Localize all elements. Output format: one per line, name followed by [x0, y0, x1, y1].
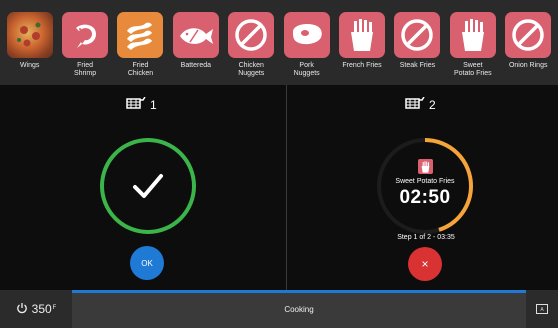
shrimp-icon [62, 12, 109, 58]
menu-item-label: Onion Rings [508, 62, 548, 69]
menu-item-battereda[interactable]: Battereda [169, 0, 223, 85]
svg-text:A: A [540, 307, 544, 313]
menu-item-pork-nuggets[interactable]: Pork Nuggets [280, 0, 334, 85]
menu-item-sweet-potato-fries[interactable]: Sweet Potato Fries [446, 0, 500, 85]
prohibited-icon [228, 12, 275, 58]
cook-info: Sweet Potato Fries 02:50 [375, 136, 475, 236]
menu-item-fried-chicken[interactable]: Fried Chicken [113, 0, 167, 85]
menu-item-chicken-nuggets[interactable]: Chicken Nuggets [224, 0, 278, 85]
basket-header: 2 [405, 96, 436, 112]
countdown-timer: 02:50 [399, 187, 451, 208]
bottom-bar: 350 F Cooking A [0, 290, 558, 328]
power-temperature-button[interactable]: 350 F [0, 290, 72, 328]
keyboard-icon[interactable]: A [526, 290, 558, 328]
menu-item-label: Wings [19, 62, 40, 69]
menu-item-wings[interactable]: Wings [3, 0, 57, 85]
basket-header: 1 [126, 96, 157, 112]
menu-item-label: Sweet Potato Fries [453, 62, 492, 77]
status-text: Cooking [284, 304, 314, 314]
fries-icon [449, 12, 496, 58]
menu-item-onion-rings[interactable]: Onion Rings [501, 0, 555, 85]
basket-number: 1 [150, 97, 157, 112]
menu-item-label: Pork Nuggets [293, 62, 320, 77]
menu-item-label: French Fries [342, 62, 382, 69]
menu-item-steak-fries[interactable]: Steak Fries [390, 0, 444, 85]
step-progress-text: Step 1 of 2 - 03:35 [397, 234, 455, 241]
menu-item-fried-shrimp[interactable]: Fried Shrimp [58, 0, 112, 85]
fries-icon [339, 12, 386, 58]
basket-panel-right: 2 Sweet Potato Fries 02:50 Step 1 of 2 -… [287, 85, 558, 290]
menu-item-label: Fried Chicken [127, 62, 154, 77]
product-name: Sweet Potato Fries [395, 178, 455, 185]
basket-number: 2 [429, 97, 436, 112]
fish-icon [172, 12, 219, 58]
basket-panel-left: 1 OK [0, 85, 286, 290]
temperature-value: 350 [31, 302, 52, 316]
cancel-button[interactable]: × [408, 247, 442, 281]
basket-icon [405, 96, 425, 112]
menu-item-label: Chicken Nuggets [238, 62, 265, 77]
pizza-icon [6, 12, 53, 58]
pork-icon [283, 12, 330, 58]
ok-button[interactable]: OK [130, 246, 164, 280]
temperature-unit: F [52, 305, 57, 311]
prohibited-icon [505, 12, 552, 58]
menu-item-label: Steak Fries [399, 62, 436, 69]
chicken-strips-icon [117, 12, 164, 58]
basket-icon [126, 96, 146, 112]
menu-item-french-fries[interactable]: French Fries [335, 0, 389, 85]
menu-item-label: Fried Shrimp [73, 62, 97, 77]
product-menu: Wings Fried Shrimp Fried Chicken Battere… [0, 0, 558, 85]
fries-icon [417, 159, 433, 174]
done-ring [100, 138, 196, 234]
prohibited-icon [394, 12, 441, 58]
menu-item-label: Battereda [180, 62, 212, 69]
power-icon [16, 302, 28, 317]
